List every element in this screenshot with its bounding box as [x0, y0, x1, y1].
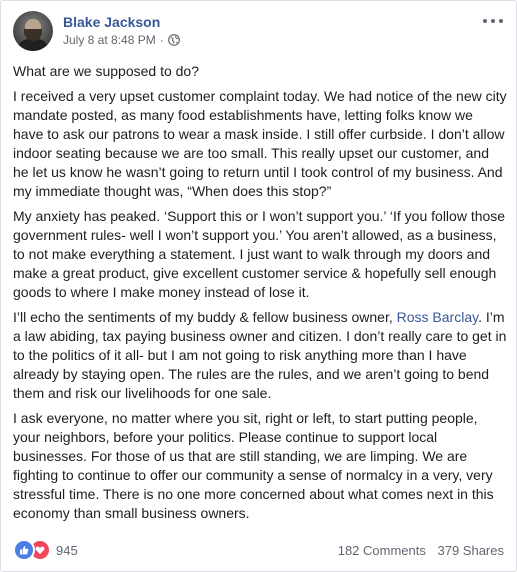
globe-icon[interactable]	[167, 34, 180, 46]
post-paragraph: My anxiety has peaked. ‘Support this or …	[13, 208, 506, 300]
post-card: Blake Jackson July 8 at 8:48 PM · What a…	[0, 0, 517, 572]
meta-separator: ·	[159, 33, 164, 47]
author-name[interactable]: Blake Jackson	[63, 14, 160, 30]
comments-count[interactable]: 182 Comments	[338, 543, 426, 558]
post-footer: 945 182 Comments 379 Shares	[13, 539, 504, 561]
engagement-counts: 182 Comments 379 Shares	[338, 543, 504, 558]
post-meta: July 8 at 8:48 PM ·	[63, 33, 180, 47]
reaction-count: 945	[56, 542, 78, 558]
post-timestamp[interactable]: July 8 at 8:48 PM	[63, 33, 156, 47]
like-icon	[13, 539, 35, 561]
post-paragraph: What are we supposed to do?	[13, 63, 200, 79]
shares-count[interactable]: 379 Shares	[438, 543, 505, 558]
more-options-icon[interactable]	[483, 15, 503, 27]
reactions-summary[interactable]: 945	[13, 539, 78, 561]
post-body: What are we supposed to do? I received a…	[13, 62, 507, 529]
paragraph-text: I’ll echo the sentiments of my buddy & f…	[13, 309, 397, 325]
post-header: Blake Jackson July 8 at 8:48 PM ·	[13, 11, 503, 55]
post-paragraph: I ask everyone, no matter where you sit,…	[13, 410, 494, 521]
post-paragraph: I’ll echo the sentiments of my buddy & f…	[13, 308, 507, 403]
tagged-person-link[interactable]: Ross Barclay	[397, 309, 478, 325]
avatar[interactable]	[13, 11, 53, 51]
post-paragraph: I received a very upset customer complai…	[13, 88, 507, 199]
